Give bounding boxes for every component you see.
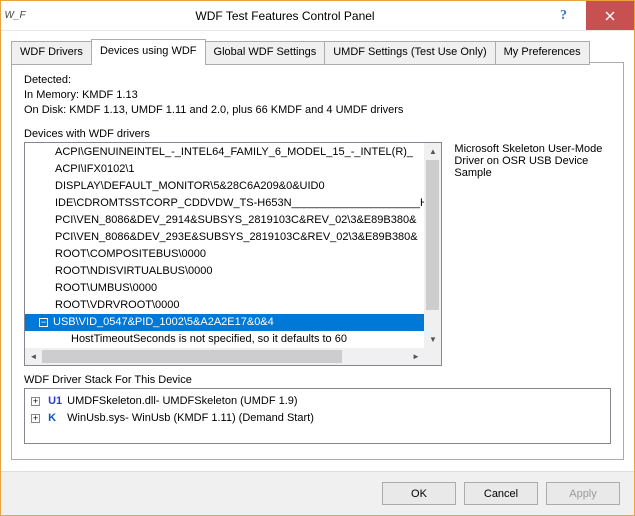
collapse-icon[interactable]: − <box>39 318 48 327</box>
app-icon: W_F <box>1 10 29 21</box>
vertical-scrollbar[interactable]: ▲ ▼ <box>424 143 441 348</box>
list-item[interactable]: ROOT\VDRVROOT\0000 <box>25 297 441 314</box>
scroll-thumb-h[interactable] <box>42 350 342 363</box>
tab-my-preferences[interactable]: My Preferences <box>495 41 590 65</box>
scroll-left-icon[interactable]: ◄ <box>25 348 42 365</box>
titlebar-controls: ? <box>541 1 634 30</box>
selected-device-text: USB\VID_0547&PID_1002\5&A2A2E17&0&4 <box>53 316 274 328</box>
scroll-thumb-v[interactable] <box>426 160 439 310</box>
stack-row-text: WinUsb.sys- WinUsb (KMDF 1.11) (Demand S… <box>67 412 314 424</box>
devices-list-inner: ACPI\GENUINEINTEL_-_INTEL64_FAMILY_6_MOD… <box>25 143 441 365</box>
apply-button[interactable]: Apply <box>546 482 620 505</box>
devices-column: Devices with WDF drivers ACPI\GENUINEINT… <box>24 128 442 366</box>
middle-row: Devices with WDF drivers ACPI\GENUINEINT… <box>24 128 611 366</box>
close-button[interactable] <box>586 1 634 30</box>
tab-umdf-settings[interactable]: UMDF Settings (Test Use Only) <box>324 41 495 65</box>
titlebar[interactable]: W_F WDF Test Features Control Panel ? <box>1 1 634 31</box>
stack-row[interactable]: + K WinUsb.sys- WinUsb (KMDF 1.11) (Dema… <box>31 410 604 427</box>
driver-stack-listbox[interactable]: + U1 UMDFSkeleton.dll- UMDFSkeleton (UMD… <box>24 388 611 444</box>
stack-row-text: UMDFSkeleton.dll- UMDFSkeleton (UMDF 1.9… <box>67 395 297 407</box>
scroll-corner <box>424 348 441 365</box>
list-item[interactable]: DISPLAY\DEFAULT_MONITOR\5&28C6A209&0&UID… <box>25 178 441 195</box>
devices-label: Devices with WDF drivers <box>24 128 442 140</box>
dialog-window: W_F WDF Test Features Control Panel ? WD… <box>0 0 635 516</box>
list-item[interactable]: ROOT\COMPOSITEBUS\0000 <box>25 246 441 263</box>
tab-wdf-drivers[interactable]: WDF Drivers <box>11 41 92 65</box>
window-title: WDF Test Features Control Panel <box>29 9 541 23</box>
button-bar: OK Cancel Apply <box>1 471 634 515</box>
devices-listbox[interactable]: ACPI\GENUINEINTEL_-_INTEL64_FAMILY_6_MOD… <box>24 142 442 366</box>
detected-info: Detected: In Memory: KMDF 1.13 On Disk: … <box>24 73 611 118</box>
umdf-badge: U1 <box>48 393 64 410</box>
list-item[interactable]: IDE\CDROMTSSTCORP_CDDVDW_TS-H653N_______… <box>25 195 441 212</box>
help-button[interactable]: ? <box>541 1 586 30</box>
horizontal-scrollbar[interactable]: ◄ ► <box>25 348 424 365</box>
close-icon <box>605 11 615 21</box>
stack-row[interactable]: + U1 UMDFSkeleton.dll- UMDFSkeleton (UMD… <box>31 393 604 410</box>
detected-memory: In Memory: KMDF 1.13 <box>24 88 611 103</box>
expand-icon[interactable]: + <box>31 397 40 406</box>
tab-devices-using-wdf[interactable]: Devices using WDF <box>91 39 206 63</box>
list-item-child[interactable]: HostTimeoutSeconds is not specified, so … <box>25 331 441 348</box>
device-description: Microsoft Skeleton User-Mode Driver on O… <box>454 128 611 366</box>
scroll-track-v[interactable] <box>424 160 441 331</box>
detected-heading: Detected: <box>24 73 611 88</box>
tab-panel: Detected: In Memory: KMDF 1.13 On Disk: … <box>11 62 624 460</box>
expand-icon[interactable]: + <box>31 414 40 423</box>
scroll-up-icon[interactable]: ▲ <box>424 143 441 160</box>
list-item[interactable]: ROOT\NDISVIRTUALBUS\0000 <box>25 263 441 280</box>
cancel-button[interactable]: Cancel <box>464 482 538 505</box>
kmdf-badge: K <box>48 410 64 427</box>
scroll-down-icon[interactable]: ▼ <box>424 331 441 348</box>
list-item[interactable]: PCI\VEN_8086&DEV_293E&SUBSYS_2819103C&RE… <box>25 229 441 246</box>
list-item[interactable]: PCI\VEN_8086&DEV_2914&SUBSYS_2819103C&RE… <box>25 212 441 229</box>
scroll-right-icon[interactable]: ► <box>407 348 424 365</box>
tab-strip: WDF Drivers Devices using WDF Global WDF… <box>11 39 624 63</box>
list-item[interactable]: ACPI\IFX0102\1 <box>25 161 441 178</box>
list-item[interactable]: ACPI\GENUINEINTEL_-_INTEL64_FAMILY_6_MOD… <box>25 144 441 161</box>
list-item[interactable]: ROOT\UMBUS\0000 <box>25 280 441 297</box>
detected-disk: On Disk: KMDF 1.13, UMDF 1.11 and 2.0, p… <box>24 103 611 118</box>
tab-global-wdf-settings[interactable]: Global WDF Settings <box>205 41 326 65</box>
content-area: WDF Drivers Devices using WDF Global WDF… <box>1 31 634 471</box>
list-item-selected[interactable]: −USB\VID_0547&PID_1002\5&A2A2E17&0&4 <box>25 314 441 331</box>
stack-label: WDF Driver Stack For This Device <box>24 374 611 386</box>
scroll-track-h[interactable] <box>42 348 407 365</box>
ok-button[interactable]: OK <box>382 482 456 505</box>
